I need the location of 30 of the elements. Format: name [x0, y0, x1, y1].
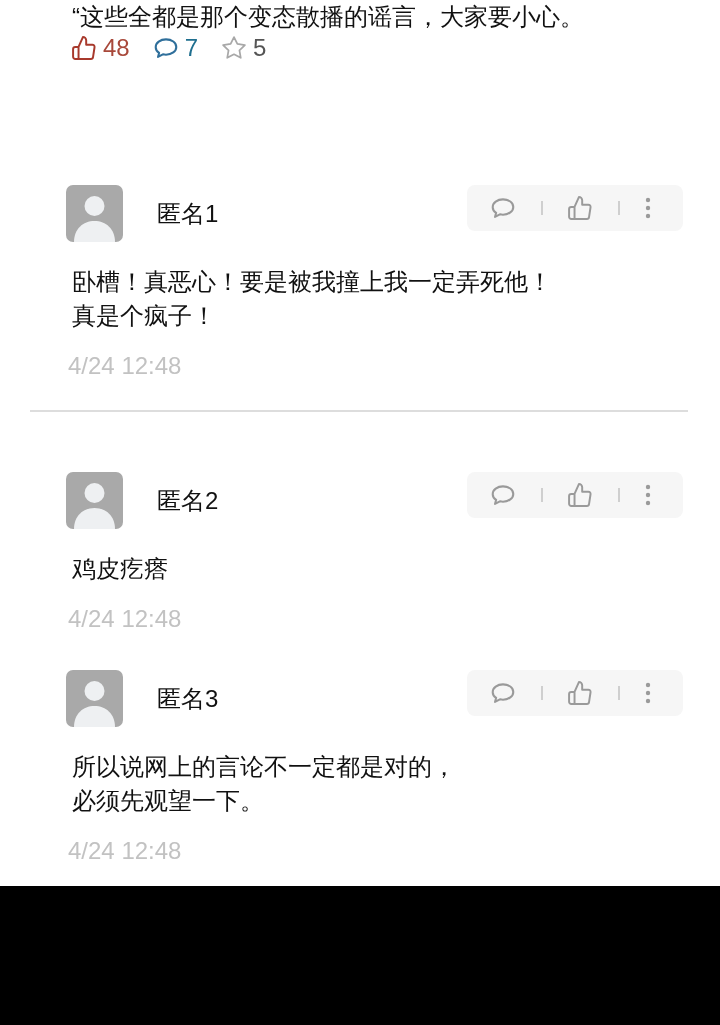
thumbs-up-icon[interactable]: [72, 36, 96, 60]
speech-bubble-icon[interactable]: [491, 484, 515, 506]
comment-time: 4/24 12:48: [68, 604, 182, 634]
post-text: “这些全都是那个变态散播的谣言，大家要小心。: [72, 2, 585, 32]
speech-bubble-icon[interactable]: [153, 37, 178, 59]
vertical-dots-icon[interactable]: [645, 682, 651, 704]
username: 匿名2: [157, 485, 219, 516]
username: 匿名1: [157, 198, 219, 229]
speech-bubble-icon[interactable]: [491, 197, 515, 219]
favorite-count: 5: [253, 34, 267, 62]
user-silhouette-icon: [66, 185, 123, 242]
thumbs-up-icon[interactable]: [568, 483, 592, 507]
comment-time: 4/24 12:48: [68, 351, 182, 381]
comment-text: 必须先观望一下。: [72, 786, 264, 816]
vertical-dots-icon[interactable]: [645, 197, 651, 219]
comment-text: 卧槽！真恶心！要是被我撞上我一定弄死他！: [72, 267, 552, 297]
username: 匿名3: [157, 683, 219, 714]
like-count: 48: [103, 34, 130, 62]
star-icon[interactable]: [222, 36, 247, 60]
user-silhouette-icon: [66, 472, 123, 529]
thumbs-up-icon[interactable]: [568, 196, 592, 220]
comment-text: 鸡皮疙瘩: [72, 554, 168, 584]
user-silhouette-icon: [66, 670, 123, 727]
thumbs-up-icon[interactable]: [568, 681, 592, 705]
comment-text: 真是个疯子！: [72, 301, 216, 331]
speech-bubble-icon[interactable]: [491, 682, 515, 704]
vertical-dots-icon[interactable]: [645, 484, 651, 506]
comment-count: 7: [184, 34, 199, 62]
comment-time: 4/24 12:48: [68, 836, 182, 866]
comment-text: 所以说网上的言论不一定都是对的，: [72, 752, 456, 782]
